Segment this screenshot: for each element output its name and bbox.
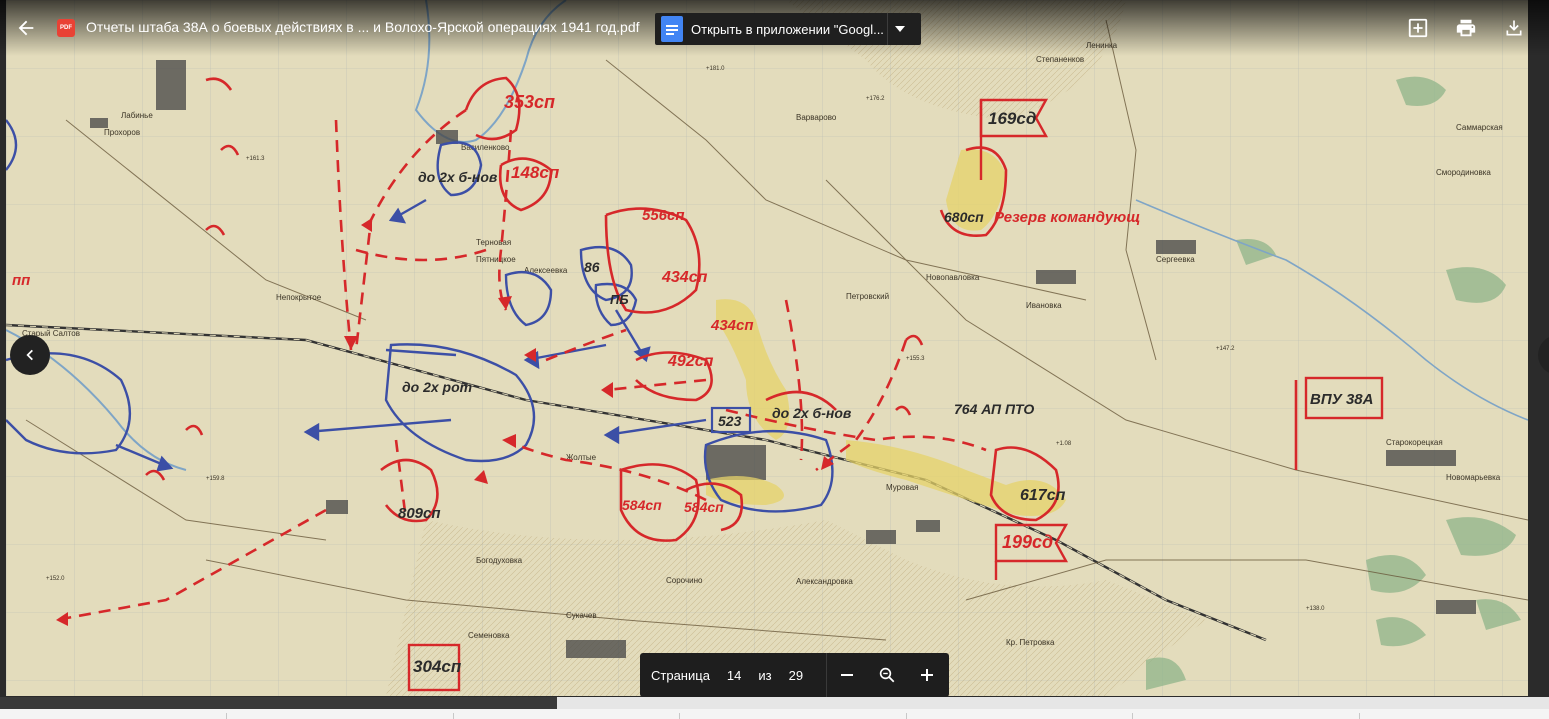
magnifier-icon: [879, 667, 895, 683]
map-unit-label: 148сп: [511, 163, 560, 182]
map-unit-label: до 2х б-нов: [418, 169, 498, 185]
map-unit-label: ПБ: [610, 292, 629, 307]
map-place-label: Терновая: [476, 238, 511, 247]
map-unit-label: 556сп: [642, 207, 685, 224]
previous-file-button[interactable]: [10, 335, 50, 375]
add-to-drive-icon: [1408, 18, 1428, 38]
next-file-button[interactable]: [1538, 335, 1549, 375]
map-place-label: +161.3: [246, 156, 265, 162]
map-unit-label: 492сп: [667, 353, 714, 370]
map-place-label: +138.0: [1306, 606, 1325, 612]
map-place-label: +155.3: [906, 356, 925, 362]
map-place-label: Варварово: [796, 113, 837, 122]
map-place-label: Лабинье: [121, 111, 153, 120]
map-place-label: Богодуховка: [476, 556, 523, 565]
map-unit-label: ВПУ 38А: [1310, 391, 1373, 408]
thumbnail-divider: [1132, 713, 1133, 719]
minus-icon: [841, 674, 854, 676]
map-place-label: +147.2: [1216, 346, 1235, 352]
map-place-label: Сукачев: [566, 611, 597, 620]
map-unit-label: 617сп: [1020, 487, 1066, 504]
thumbnail-divider: [226, 713, 227, 719]
thumbnail-divider: [679, 713, 680, 719]
map-unit-label: 523: [718, 413, 742, 429]
open-with-button[interactable]: Открыть в приложении "Googl...: [655, 13, 921, 45]
add-to-drive-button[interactable]: [1398, 8, 1438, 48]
chevron-left-icon: [26, 349, 33, 361]
map-place-label: Новопавловка: [926, 273, 980, 282]
back-button[interactable]: [6, 8, 46, 48]
map-place-label: Ивановка: [1026, 301, 1062, 310]
zoom-out-button[interactable]: [827, 653, 867, 697]
map-unit-label: до 2х б-нов: [772, 405, 852, 421]
page-of-label: из: [758, 667, 772, 683]
map-place-label: Смородиновка: [1436, 168, 1491, 177]
pdf-badge-label: PDF: [60, 25, 72, 31]
page-label: Страница: [651, 667, 710, 683]
page-control: Страница 14 из 29: [640, 653, 949, 697]
map-unit-label: 584сп: [684, 499, 724, 515]
map-place-label: Саммарская: [1456, 123, 1503, 132]
thumbnail-divider: [1359, 713, 1360, 719]
thumbnail-divider: [906, 713, 907, 719]
map-place-label: Муровая: [886, 483, 919, 492]
pdf-page-map: Лабинье Прохоров Василенково Терновая Пятн…: [6, 0, 1528, 696]
map-place-label: Александровка: [796, 577, 853, 586]
map-place-label: Кр. Петровка: [1006, 638, 1055, 647]
map-unit-label: 86: [584, 259, 600, 275]
thumbnail-divider: [453, 713, 454, 719]
map-unit-label: 304сп: [413, 657, 462, 676]
scrollbar-thumb[interactable]: [0, 697, 557, 709]
map-place-label: +1.08: [1056, 441, 1072, 447]
map-place-label: Сергеевка: [1156, 255, 1195, 264]
print-button[interactable]: [1446, 8, 1486, 48]
page-number-input[interactable]: 14: [727, 668, 741, 683]
map-place-label: Петровский: [846, 292, 889, 301]
map-place-label: +181.0: [706, 66, 725, 72]
map-unit-label: 434сп: [661, 269, 708, 286]
map-place-label: Степаненков: [1036, 55, 1084, 64]
map-place-label: Пятницкое: [476, 255, 516, 264]
map-place-label: +176.2: [866, 96, 885, 102]
map-unit-label: 809сп: [398, 505, 441, 522]
map-unit-label: пп: [12, 272, 30, 289]
map-unit-label: 434сп: [710, 317, 754, 334]
caret-down-icon: [895, 26, 905, 32]
file-title: Отчеты штаба 38А о боевых действиях в ..…: [86, 19, 640, 35]
download-button[interactable]: [1494, 8, 1534, 48]
arrow-left-icon: [18, 20, 34, 36]
map-unit-label: 584сп: [622, 497, 662, 513]
map-unit-label: 764 АП ПТО: [954, 401, 1034, 417]
map-unit-label: Резерв командующ: [994, 209, 1140, 226]
pdf-file-icon: PDF: [57, 19, 75, 37]
map-place-label: Прохоров: [104, 128, 140, 137]
map-place-label: Непокрытое: [276, 293, 322, 302]
map-place-label: +159.8: [206, 476, 225, 482]
open-with-dropdown[interactable]: [888, 13, 912, 45]
map-place-label: Старокорецкая: [1386, 438, 1443, 447]
zoom-in-button[interactable]: [907, 653, 947, 697]
map-unit-label: до 2х рот: [402, 379, 472, 395]
page-thumbnail-strip: [0, 709, 1549, 719]
print-icon: [1456, 19, 1476, 37]
viewer-toolbar: PDF Отчеты штаба 38А о боевых действиях …: [0, 0, 1549, 56]
open-with-label: Открыть в приложении "Googl...: [691, 21, 884, 37]
map-unit-label: 169сд: [988, 109, 1036, 128]
zoom-button[interactable]: [867, 653, 907, 697]
map-place-label: Семеновка: [468, 631, 510, 640]
map-place-label: +152.0: [46, 576, 65, 582]
page-total: 29: [788, 667, 804, 683]
map-place-label: Новомарьевка: [1446, 473, 1501, 482]
map-place-label: Сорочино: [666, 576, 703, 585]
download-icon: [1506, 20, 1522, 36]
map-unit-label: 199сд: [1002, 532, 1053, 552]
plus-icon: [921, 669, 934, 681]
map-unit-label: 680сп: [944, 209, 984, 225]
google-docs-icon: [661, 16, 683, 42]
map-unit-label: 353сп: [504, 92, 555, 112]
